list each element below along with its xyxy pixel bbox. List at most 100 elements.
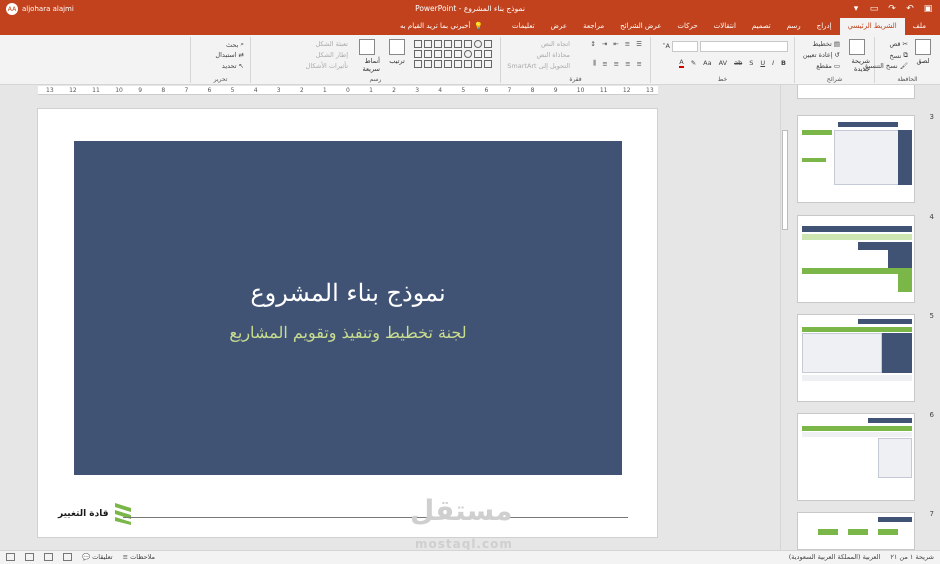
tell-me-box[interactable]: 💡 أخبرني بما تريد القيام به — [400, 18, 483, 35]
ruler-tick: 2 — [299, 87, 304, 94]
ruler-tick: 6 — [484, 87, 489, 94]
outdent-icon[interactable]: ⇥ — [602, 40, 607, 48]
font-size-box[interactable] — [672, 41, 698, 52]
new-slide-button[interactable]: شريحة جديدة — [844, 39, 870, 73]
ruler-tick: 11 — [599, 87, 608, 94]
line-spacing-icon[interactable]: ↕ — [590, 40, 595, 48]
tab-animations[interactable]: حركات — [669, 18, 705, 35]
arrange-button[interactable]: ترتيب — [384, 39, 410, 73]
cut-button[interactable]: ✂ قص — [889, 40, 908, 48]
editing-group: ⌕ بحث ⇄ استبدال ↖ تحديد تحرير — [190, 37, 250, 83]
slide-sorter-icon[interactable] — [25, 553, 34, 561]
tab-slideshow[interactable]: عرض الشرائح — [612, 18, 669, 35]
slide-counter: شريحة ١ من ٢١ — [890, 553, 934, 561]
language-indicator[interactable]: العربية (المملكة العربية السعودية) — [789, 553, 881, 561]
indent-icon[interactable]: ⇤ — [613, 40, 618, 48]
strikethrough-icon[interactable]: ab — [734, 59, 742, 67]
highlight-icon[interactable]: ✎ — [691, 59, 696, 67]
slide-subtitle[interactable]: لجنة تخطيط وتنفيذ وتقويم المشاريع — [74, 323, 622, 342]
copy-button[interactable]: ⧉ نسخ — [890, 51, 908, 60]
bold-icon[interactable]: B — [781, 59, 786, 67]
grow-font-icon[interactable]: A˄ — [662, 42, 670, 50]
reading-view-icon[interactable] — [44, 553, 53, 561]
case-icon[interactable]: Aa — [703, 59, 711, 67]
ruler-tick: 13 — [46, 87, 54, 94]
group-label: خط — [717, 76, 728, 83]
ruler-tick: 1 — [322, 87, 327, 94]
smartart-button[interactable]: التحويل إلى SmartArt — [507, 62, 570, 70]
tab-insert[interactable]: إدراج — [809, 18, 840, 35]
paste-button[interactable]: لصق — [910, 39, 936, 73]
ruler-tick: 6 — [207, 87, 212, 94]
shadow-icon[interactable]: S — [749, 59, 753, 67]
thumbnail-prev[interactable] — [797, 85, 915, 99]
tab-view[interactable]: عرض — [543, 18, 576, 35]
group-label: فقرة — [569, 76, 582, 83]
comment-icon: 💬 — [82, 553, 91, 561]
underline-icon[interactable]: U — [760, 59, 765, 67]
slide-canvas[interactable]: نموذج بناء المشروع لجنة تخطيط وتنفيذ وتق… — [37, 108, 658, 538]
ruler-tick: 1 — [369, 87, 373, 94]
tab-help[interactable]: تعليمات — [504, 18, 543, 35]
horizontal-ruler: 13 12 11 10 9 8 7 6 5 4 3 2 1 0 1 2 3 4 5 6 7 8 9 10 11 12 13 — [38, 86, 658, 95]
ruler-tick: 4 — [438, 87, 443, 94]
title-bar: ▣ ↶ ↷ ▭ ▾ نموذج بناء المشروع - PowerPoin… — [0, 0, 940, 18]
slideshow-view-icon[interactable] — [63, 553, 72, 561]
slide-title[interactable]: نموذج بناء المشروع — [74, 279, 622, 307]
shapes-gallery[interactable] — [413, 40, 492, 68]
align-left-icon[interactable]: ≡ — [614, 60, 619, 68]
brush-icon: 🖌 — [899, 62, 908, 70]
title-box[interactable]: نموذج بناء المشروع لجنة تخطيط وتنفيذ وتق… — [74, 141, 622, 475]
reset-button[interactable]: ↺ إعادة تعيين — [803, 51, 840, 59]
find-button[interactable]: ⌕ بحث — [226, 40, 244, 49]
align-center-icon[interactable]: ≡ — [625, 60, 630, 68]
tab-draw[interactable]: رسم — [779, 18, 809, 35]
align-right-icon[interactable]: ≡ — [637, 60, 642, 68]
columns-icon[interactable]: ⫼ — [593, 59, 596, 68]
shape-outline-button[interactable]: إطار الشكل — [316, 51, 348, 59]
font-color-icon[interactable]: A — [679, 58, 684, 68]
numbering-icon[interactable]: ≡ — [625, 40, 630, 48]
copy-icon: ⧉ — [903, 51, 908, 59]
text-direction-button[interactable]: اتجاه النص — [541, 40, 570, 48]
group-label: تحرير — [213, 76, 228, 83]
scrollbar-thumb[interactable] — [782, 130, 788, 230]
ruler-tick: 3 — [415, 87, 420, 94]
thumbnail-slide[interactable] — [797, 314, 915, 402]
tab-file[interactable]: ملف — [905, 18, 934, 35]
italic-icon[interactable]: I — [772, 59, 774, 67]
tab-home[interactable]: الشريط الرئيسي — [839, 18, 905, 35]
thumbnail-slide[interactable] — [797, 115, 915, 203]
select-button[interactable]: ↖ تحديد — [222, 62, 244, 70]
align-text-button[interactable]: محاذاة النص — [536, 51, 570, 59]
justify-icon[interactable]: ≡ — [602, 60, 607, 68]
thumbnail-slide[interactable] — [797, 413, 915, 501]
ribbon-tabs: ملف الشريط الرئيسي إدراج رسم تصميم انتقا… — [0, 18, 940, 35]
font-name-box[interactable] — [700, 41, 788, 52]
tab-transitions[interactable]: انتقالات — [706, 18, 744, 35]
watermark-text: مستقل — [410, 494, 513, 527]
thumbnail-slide[interactable] — [797, 512, 915, 550]
section-button[interactable]: ▭ مقطع — [816, 62, 840, 70]
quick-styles-button[interactable]: أنماط سريعة — [354, 39, 380, 73]
notes-button[interactable]: ≡ ملاحظات — [123, 553, 155, 561]
layout-button[interactable]: ▤ تخطيط — [812, 40, 840, 48]
replace-button[interactable]: ⇄ استبدال — [215, 51, 244, 59]
tell-me-text: أخبرني بما تريد القيام به — [400, 22, 471, 30]
ruler-tick: 5 — [461, 87, 466, 94]
user-account[interactable]: AA aljohara alajmi — [6, 3, 74, 15]
thumbnail-scrollbar[interactable] — [780, 85, 788, 550]
comments-button[interactable]: 💬 تعليقات — [82, 553, 113, 561]
thumbnail-slide[interactable] — [797, 215, 915, 303]
normal-view-icon[interactable] — [6, 553, 15, 561]
thumbnail-number: 5 — [929, 312, 934, 320]
tab-review[interactable]: مراجعة — [575, 18, 612, 35]
notes-icon: ≡ — [122, 553, 129, 561]
shape-effects-button[interactable]: تأثيرات الأشكال — [306, 62, 348, 70]
section-icon: ▭ — [833, 62, 840, 70]
document-title: نموذج بناء المشروع - PowerPoint — [415, 4, 525, 13]
bullets-icon[interactable]: ☰ — [636, 40, 642, 48]
tab-design[interactable]: تصميم — [744, 18, 779, 35]
shape-fill-button[interactable]: تعبئة الشكل — [315, 40, 348, 48]
spacing-icon[interactable]: AV — [719, 59, 727, 67]
